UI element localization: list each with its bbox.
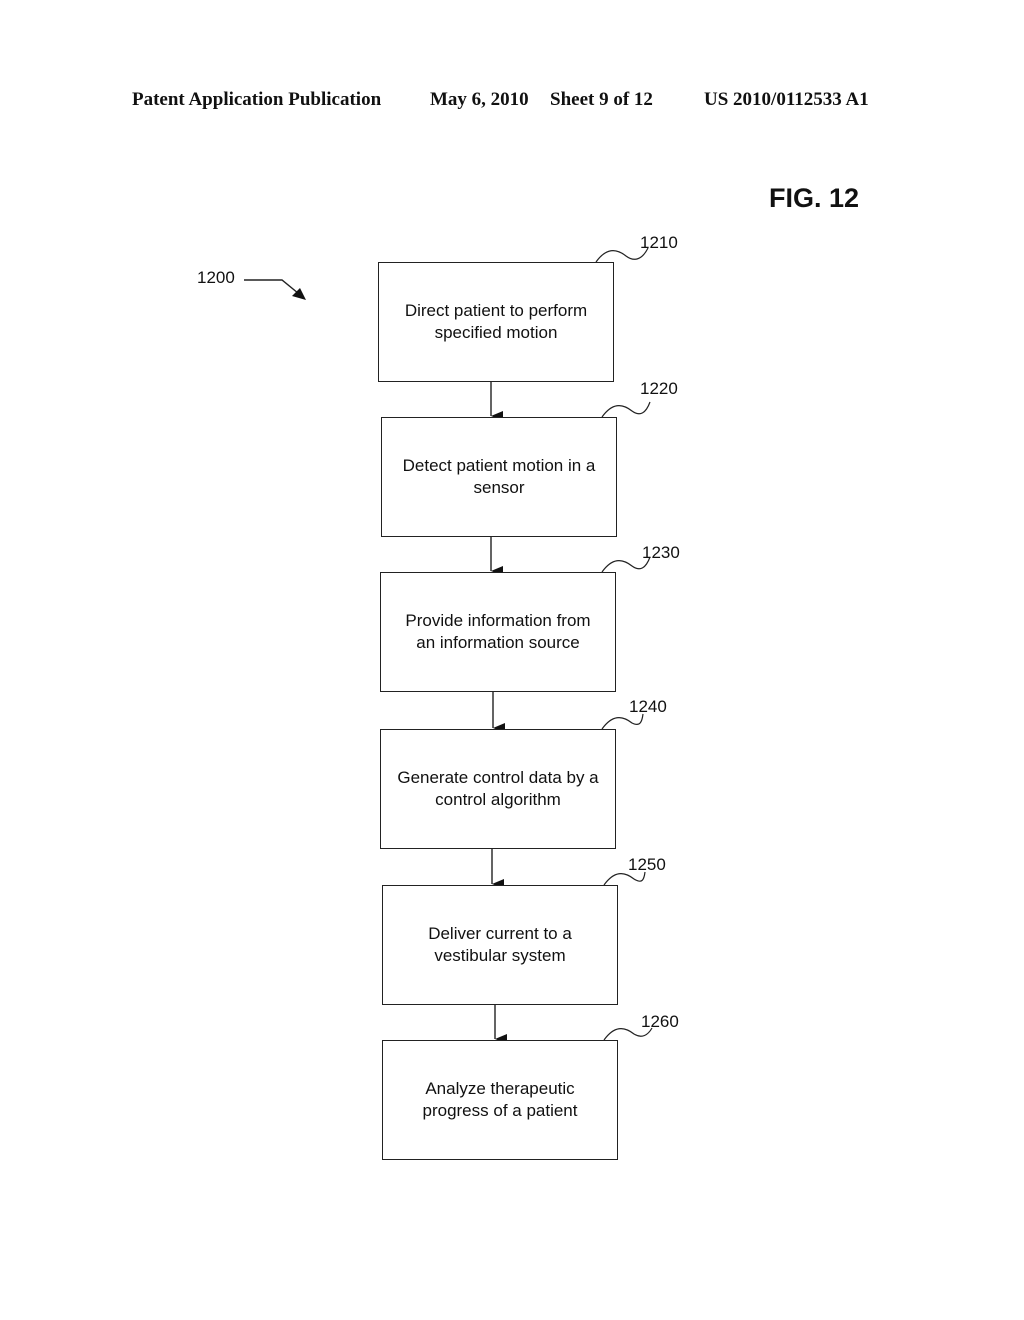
step-text-line1: Provide information from <box>405 611 591 630</box>
step-text-line2: sensor <box>473 478 525 497</box>
step-ref-1240: 1240 <box>629 697 667 716</box>
leader-1220 <box>601 401 651 418</box>
step-text-line1: Direct patient to perform <box>404 301 588 320</box>
step-box-1230: Provide information from an information s… <box>380 572 616 692</box>
step-ref-1230: 1230 <box>642 543 680 562</box>
step-text-line2: progress of a patient <box>422 1101 578 1120</box>
step-box-1260: Analyze therapeutic progress of a patient <box>382 1040 618 1160</box>
step-text-line1: Detect patient motion in a <box>402 456 596 475</box>
step-text-line2: specified motion <box>434 323 558 342</box>
step-text-line2: an information source <box>416 633 580 652</box>
step-box-1250: Deliver current to a vestibular system <box>382 885 618 1005</box>
step-text-line2: control algorithm <box>435 790 561 809</box>
step-text-line2: vestibular system <box>434 946 566 965</box>
step-box-1210: Direct patient to perform specified motio… <box>378 262 614 382</box>
step-text-line1: Generate control data by a <box>397 768 599 787</box>
step-text-line1: Deliver current to a <box>428 924 572 943</box>
step-ref-1220: 1220 <box>640 379 678 398</box>
step-ref-1260: 1260 <box>641 1012 679 1031</box>
step-ref-1210: 1210 <box>640 233 678 252</box>
step-box-1220: Detect patient motion in a sensor <box>381 417 617 537</box>
step-text-line1: Analyze therapeutic <box>425 1079 575 1098</box>
step-box-1240: Generate control data by a control algori… <box>380 729 616 849</box>
step-ref-1250: 1250 <box>628 855 666 874</box>
